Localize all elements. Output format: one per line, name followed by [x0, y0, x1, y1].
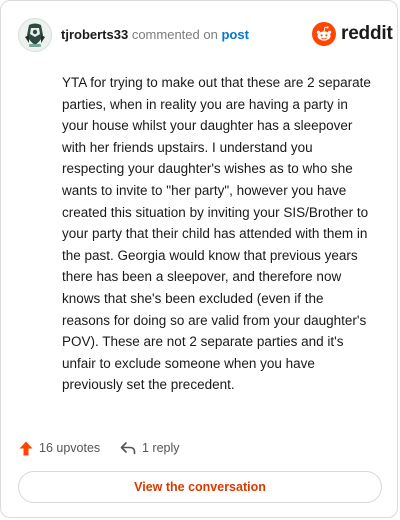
username[interactable]: tjroberts33: [61, 27, 128, 42]
reply-count[interactable]: 1 reply: [120, 439, 180, 457]
avatar[interactable]: [18, 18, 52, 52]
view-conversation-button[interactable]: View the conversation: [18, 471, 382, 503]
post-link[interactable]: post: [221, 27, 248, 42]
upvote-arrow-icon: [19, 441, 33, 455]
comment-header: tjroberts33 commented on post: [61, 27, 249, 43]
replies-label: 1 reply: [142, 441, 180, 455]
upvote-count[interactable]: 16 upvotes: [19, 439, 100, 457]
avatar-image: [25, 23, 45, 47]
comment-card: tjroberts33 commented on post reddit YTA…: [0, 0, 398, 518]
reddit-snoo-icon: [312, 22, 336, 46]
reddit-brand[interactable]: reddit: [312, 22, 393, 46]
reply-icon: [120, 442, 136, 455]
commented-on-text: commented on: [131, 27, 218, 42]
upvotes-label: 16 upvotes: [39, 441, 101, 455]
comment-body: YTA for trying to make out that these ar…: [62, 75, 371, 393]
reddit-wordmark: reddit: [341, 23, 393, 44]
